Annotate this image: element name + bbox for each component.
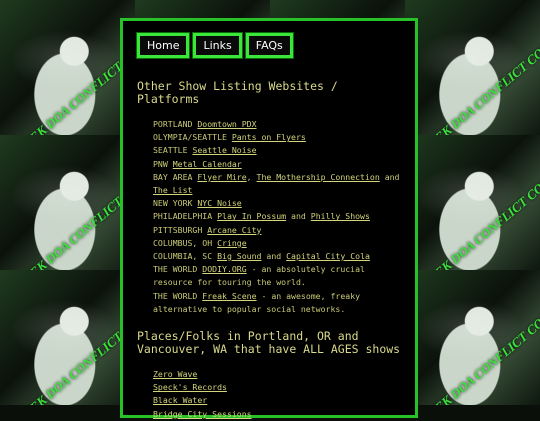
listing-region: NEW YORK (153, 198, 198, 209)
listing-region: BAY AREA (153, 171, 198, 182)
venue-item: Speck's Records (153, 381, 401, 394)
background-photo-tile: DEK DOA CONFLICT COLLECTIVE (405, 270, 540, 405)
background-photo-tile: DEK DOA CONFLICT COLLECTIVE (405, 135, 540, 286)
venue-link[interactable]: Zero Wave (153, 369, 197, 379)
content-panel: Home Links FAQs Other Show Listing Websi… (120, 18, 418, 421)
listing-region: PORTLAND (153, 119, 198, 129)
listing-link[interactable]: Metal Calendar (173, 159, 242, 169)
nav-bar: Home Links FAQs (135, 32, 401, 59)
listing-item: BAY AREA Flyer Mire, The Mothership Conn… (153, 171, 401, 197)
venue-link[interactable]: Bridge City Sessions (153, 409, 252, 419)
listing-link[interactable]: The List (153, 185, 192, 195)
home-button[interactable]: Home (135, 32, 191, 59)
listing-region: SEATTLE (153, 145, 193, 156)
listing-item: SEATTLE Seattle Noise (153, 144, 401, 157)
listing-region: COLUMBUS, OH (153, 237, 218, 248)
listing-link[interactable]: Philly Shows (311, 211, 370, 221)
listing-link[interactable]: Big Sound (217, 251, 261, 261)
listing-link[interactable]: The Mothership Connection (257, 172, 380, 182)
listing-item: COLUMBUS, OH Cringe (153, 237, 401, 250)
background-stamp-text: DEK DOA CONFLICT COLLECTIVE (424, 139, 540, 286)
faqs-button[interactable]: FAQs (244, 32, 294, 59)
listing-separator: , (246, 171, 257, 182)
listing-item: PHILADELPHIA Play In Possum and Philly S… (153, 210, 401, 223)
listing-link[interactable]: NYC Noise (197, 198, 241, 208)
listing-item: PORTLAND Doomtown PDX (153, 118, 401, 131)
venue-link[interactable]: Black Water (153, 395, 207, 405)
listing-websites-list: PORTLAND Doomtown PDX OLYMPIA/SEATTLE Pan… (137, 118, 401, 316)
title-line: Other Show Listing Websites / (137, 79, 338, 93)
listing-region: COLUMBIA, SC (153, 251, 218, 262)
background-photo-tile: DEK DOA CONFLICT COLLECTIVE (405, 0, 540, 151)
section-title-listing-websites: Other Show Listing Websites / Platforms (137, 80, 401, 106)
background-stamp-text: DEK DOA CONFLICT COLLECTIVE (424, 4, 540, 151)
listing-separator: and (261, 251, 287, 262)
listing-item: PNW Metal Calendar (153, 158, 401, 171)
listing-item: THE WORLD DODIY.ORG - an absolutely cruc… (153, 263, 401, 289)
listing-link[interactable]: Seattle Noise (192, 145, 256, 155)
title-line: Platforms (137, 92, 200, 106)
listing-region: THE WORLD (153, 264, 203, 275)
all-ages-venues-list: Zero Wave Speck's Records Black Water Bridg… (137, 368, 401, 421)
venue-link[interactable]: Speck's Records (153, 382, 227, 392)
listing-region: OLYMPIA/SEATTLE (153, 132, 232, 143)
listing-region: PHILADELPHIA (153, 211, 218, 222)
listing-region: PNW (153, 158, 173, 169)
listing-region: PITTSBURGH (153, 224, 208, 235)
listing-item: PITTSBURGH Arcane City (153, 224, 401, 237)
listing-link[interactable]: Pants on Flyers (232, 132, 306, 142)
listing-link[interactable]: Freak Scene (202, 291, 256, 301)
section-title-all-ages: Places/Folks in Portland, OR and Vancouv… (137, 330, 401, 356)
listing-link[interactable]: Play In Possum (217, 211, 286, 221)
listing-item: COLUMBIA, SC Big Sound and Capital City … (153, 250, 401, 263)
listing-item: THE WORLD Freak Scene - an awesome, frea… (153, 290, 401, 316)
listing-item: NEW YORK NYC Noise (153, 197, 401, 210)
listing-link[interactable]: Cringe (217, 238, 247, 248)
background-photo-tile: DEK DOA CONFLICT COLLECTIVE (0, 135, 190, 286)
links-button[interactable]: Links (192, 32, 243, 59)
background-photo-tile: DEK DOA CONFLICT COLLECTIVE (0, 270, 190, 405)
listing-link[interactable]: Flyer Mire (197, 172, 246, 182)
listing-link[interactable]: Doomtown PDX (197, 119, 256, 129)
listing-link[interactable]: Capital City Cola (286, 251, 370, 261)
listing-separator: and (379, 171, 400, 182)
listing-link[interactable]: Arcane City (207, 225, 261, 235)
title-line: Vancouver, WA that have ALL AGES shows (137, 342, 401, 357)
listing-separator: and (286, 211, 311, 222)
background-photo-tile: DEK DOA CONFLICT COLLECTIVE (0, 0, 190, 151)
venue-item: Zero Wave (153, 368, 401, 381)
listing-item: OLYMPIA/SEATTLE Pants on Flyers (153, 131, 401, 144)
venue-item: Black Water (153, 394, 401, 407)
listing-region: THE WORLD (153, 290, 203, 301)
venue-item: Bridge City Sessions (153, 408, 401, 421)
background-stamp-text: DEK DOA CONFLICT COLLECTIVE (424, 274, 540, 405)
title-line: Places/Folks in Portland, OR and (137, 329, 359, 344)
listing-link[interactable]: DODIY.ORG (202, 264, 246, 274)
